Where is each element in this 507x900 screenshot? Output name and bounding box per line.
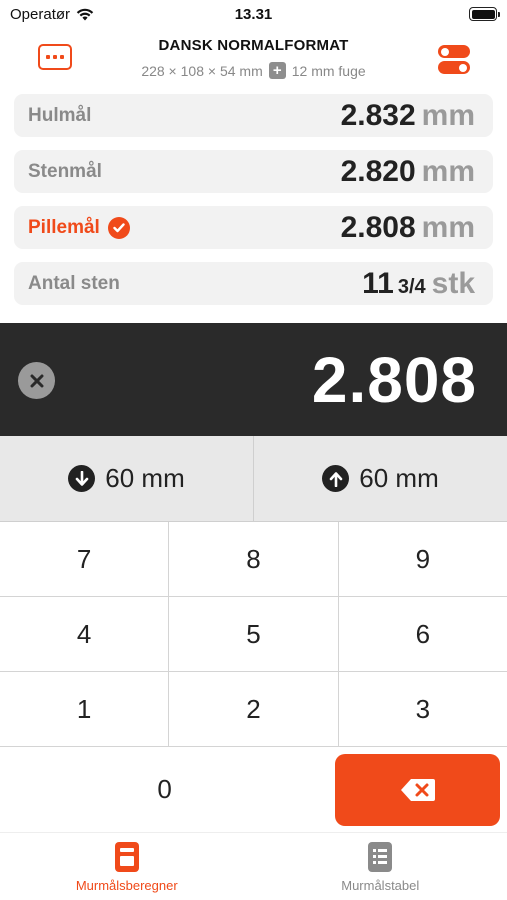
format-subtitle: 228 × 108 × 54 mm + 12 mm fuge (0, 62, 507, 79)
battery-icon (469, 7, 500, 21)
toggle-icon (438, 45, 470, 58)
plus-icon: + (268, 62, 286, 79)
row-value: 2.832 mm (341, 99, 475, 133)
row-pillemaal[interactable]: Pillemål 2.808 mm (14, 206, 493, 249)
key-3[interactable]: 3 (337, 672, 507, 746)
display-value: 2.808 (311, 344, 477, 416)
clock: 13.31 (234, 6, 273, 23)
row-label-text: Pillemål (28, 217, 100, 238)
keypad-row: 7 8 9 (0, 522, 507, 597)
tab-label: Murmålsberegner (75, 878, 178, 893)
backspace-button[interactable] (335, 753, 500, 826)
tab-murmaalsberegner[interactable]: Murmålsberegner (0, 833, 254, 900)
input-display: 2.808 (0, 323, 507, 436)
key-2[interactable]: 2 (168, 672, 337, 746)
status-bar: Operatør 13.31 (0, 0, 507, 30)
clear-button[interactable] (18, 362, 55, 399)
row-label: Hulmål (28, 105, 92, 126)
keypad-row: 4 5 6 (0, 597, 507, 672)
row-label: Stenmål (28, 161, 102, 182)
joint-size: 12 mm fuge (291, 62, 366, 79)
keypad: 7 8 9 4 5 6 1 2 3 0 (0, 522, 507, 832)
step-down-button[interactable]: 60 mm (0, 436, 253, 521)
menu-dot-icon (46, 55, 50, 59)
key-5[interactable]: 5 (168, 597, 337, 671)
page-title: DANSK NORMALFORMAT (158, 37, 349, 54)
row-fraction: 3/4 (397, 276, 426, 298)
toggle-icon (438, 61, 470, 74)
settings-toggle-button[interactable] (438, 43, 470, 75)
row-stenmaal[interactable]: Stenmål 2.820 mm (14, 150, 493, 193)
row-number: 2.820 (340, 155, 416, 188)
row-unit: mm (421, 155, 475, 188)
step-controls: 60 mm 60 mm (0, 436, 507, 522)
row-value: 2.820 mm (341, 155, 475, 189)
step-up-label: 60 mm (359, 463, 439, 493)
key-8[interactable]: 8 (168, 522, 337, 596)
row-number: 2.832 (340, 99, 416, 132)
row-unit: stk (431, 267, 475, 300)
row-label: Antal sten (28, 273, 120, 294)
backspace-icon (400, 778, 435, 801)
close-icon (30, 374, 43, 387)
row-antal-sten[interactable]: Antal sten 11 3/4 stk (14, 262, 493, 305)
step-down-label: 60 mm (105, 463, 185, 493)
keypad-row: 0 (0, 747, 507, 832)
calculator-icon (114, 842, 139, 872)
row-unit: mm (421, 211, 475, 244)
step-up-button[interactable]: 60 mm (253, 436, 507, 521)
row-number: 2.808 (340, 211, 416, 244)
tab-label: Murmålstabel (341, 878, 420, 893)
brick-size: 228 × 108 × 54 mm (141, 62, 263, 79)
key-1[interactable]: 1 (0, 672, 168, 746)
list-icon (368, 842, 393, 872)
measurement-list: Hulmål 2.832 mm Stenmål 2.820 mm Pillemå… (14, 94, 493, 318)
arrow-up-icon (322, 465, 350, 492)
row-value: 2.808 mm (341, 211, 475, 245)
backspace-key-area (329, 747, 507, 832)
keypad-row: 1 2 3 (0, 672, 507, 747)
arrow-down-icon (68, 465, 96, 492)
key-7[interactable]: 7 (0, 522, 168, 596)
tab-murmaalstabel[interactable]: Murmålstabel (254, 833, 507, 900)
key-0[interactable]: 0 (0, 747, 329, 832)
row-hulmaal[interactable]: Hulmål 2.832 mm (14, 94, 493, 137)
key-9[interactable]: 9 (337, 522, 507, 596)
tab-bar: Murmålsberegner Murmålstabel (0, 832, 507, 900)
key-4[interactable]: 4 (0, 597, 168, 671)
row-label: Pillemål (28, 217, 130, 239)
row-value: 11 3/4 stk (362, 267, 475, 301)
row-number: 11 (362, 267, 394, 300)
menu-dot-icon (60, 55, 64, 59)
checkmark-icon (107, 217, 130, 239)
menu-dot-icon (53, 55, 57, 59)
key-6[interactable]: 6 (337, 597, 507, 671)
header: DANSK NORMALFORMAT 228 × 108 × 54 mm + 1… (0, 30, 507, 86)
row-unit: mm (421, 99, 475, 132)
